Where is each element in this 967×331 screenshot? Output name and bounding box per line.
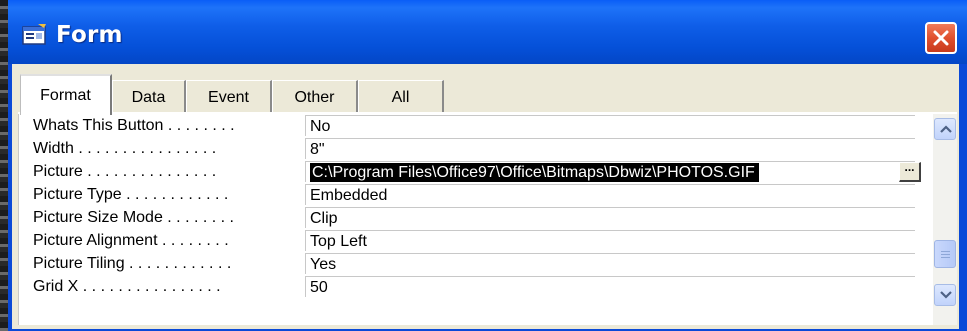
scroll-up-button[interactable] <box>934 118 956 140</box>
property-value-selected[interactable]: C:\Program Files\Office97\Office\Bitmaps… <box>305 161 915 182</box>
selected-text: C:\Program Files\Office97\Office\Bitmaps… <box>310 163 759 182</box>
property-sheet-body: Format Data Event Other All Whats This B… <box>12 64 959 329</box>
property-label: Picture Type . . . . . . . . . . . . <box>33 186 229 203</box>
property-row-picture[interactable]: Picture . . . . . . . . . . . . . . . C:… <box>19 160 924 184</box>
property-value[interactable]: 8" <box>305 138 915 159</box>
property-row-picture-size-mode[interactable]: Picture Size Mode . . . . . . . . Clip <box>19 206 924 230</box>
property-label: Grid X . . . . . . . . . . . . . . . . <box>33 278 221 295</box>
close-icon <box>933 30 949 46</box>
title-bar[interactable]: Form <box>8 0 967 64</box>
form-icon <box>22 24 48 46</box>
property-label: Picture . . . . . . . . . . . . . . . <box>33 163 217 180</box>
property-value[interactable]: Clip <box>305 207 915 228</box>
vertical-scrollbar[interactable] <box>933 114 957 325</box>
property-label: Picture Size Mode . . . . . . . . <box>33 209 234 226</box>
tab-format[interactable]: Format <box>20 74 112 115</box>
property-value[interactable]: Top Left <box>305 230 915 251</box>
arrow-down-icon <box>940 291 952 299</box>
property-row-width[interactable]: Width . . . . . . . . . . . . . . . . 8" <box>19 137 924 161</box>
property-value[interactable]: Embedded <box>305 184 915 205</box>
scroll-down-button[interactable] <box>934 284 956 306</box>
window-title: Form <box>56 22 123 48</box>
left-edge-strip <box>0 0 8 331</box>
tab-all[interactable]: All <box>358 80 444 114</box>
property-value[interactable]: Yes <box>305 253 915 274</box>
form-properties-window: Form Format Data Event Other All Whats T… <box>0 0 967 331</box>
tab-data[interactable]: Data <box>112 80 186 114</box>
tab-event[interactable]: Event <box>186 80 272 114</box>
property-row-picture-tiling[interactable]: Picture Tiling . . . . . . . . . . . . Y… <box>19 252 924 276</box>
property-label: Picture Tiling . . . . . . . . . . . . <box>33 255 232 272</box>
property-label: Whats This Button . . . . . . . . <box>33 117 235 134</box>
property-label: Picture Alignment . . . . . . . . <box>33 232 229 249</box>
build-button[interactable]: ... <box>899 161 921 182</box>
property-value[interactable]: No <box>305 115 915 136</box>
property-list: Whats This Button . . . . . . . . No Wid… <box>18 114 957 325</box>
property-row-grid-x[interactable]: Grid X . . . . . . . . . . . . . . . . 5… <box>19 275 924 299</box>
tab-strip: Format Data Event Other All <box>18 74 959 115</box>
property-row-whats-this-button[interactable]: Whats This Button . . . . . . . . No <box>19 114 924 138</box>
property-row-picture-type[interactable]: Picture Type . . . . . . . . . . . . Emb… <box>19 183 924 207</box>
scroll-thumb[interactable] <box>934 240 956 268</box>
property-row-picture-alignment[interactable]: Picture Alignment . . . . . . . . Top Le… <box>19 229 924 253</box>
close-button[interactable] <box>925 22 957 54</box>
property-value[interactable]: 50 <box>305 276 915 297</box>
property-label: Width . . . . . . . . . . . . . . . . <box>33 140 217 157</box>
arrow-up-icon <box>940 125 952 133</box>
tab-other[interactable]: Other <box>272 80 358 114</box>
